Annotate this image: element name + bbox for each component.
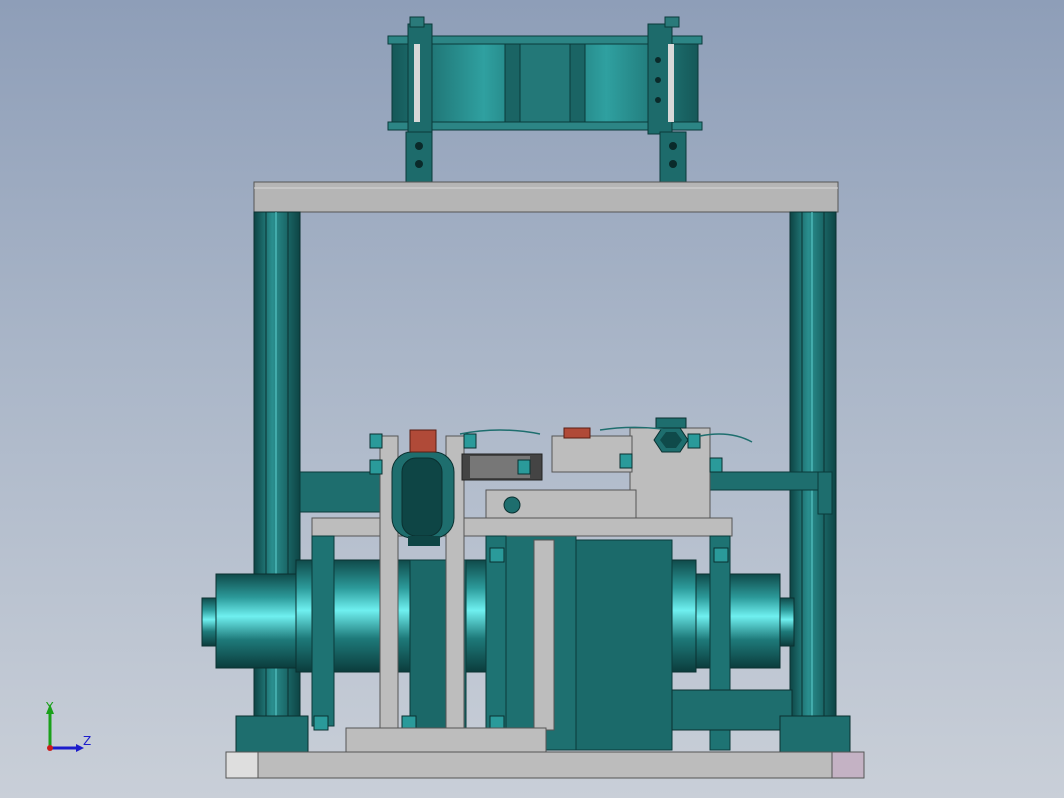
x-axis-dot xyxy=(47,745,53,751)
y-axis-label: Y xyxy=(46,700,54,714)
red-part xyxy=(563,427,591,439)
clamp-assembly xyxy=(391,429,455,546)
motor xyxy=(671,689,793,731)
top-crossbar xyxy=(253,181,839,213)
machine-drawing xyxy=(46,16,865,779)
z-axis-label: Z xyxy=(83,734,92,748)
cad-viewport[interactable]: Y Z xyxy=(0,0,1064,798)
hex-nut xyxy=(653,417,689,453)
central-column xyxy=(559,539,673,751)
right-arm xyxy=(707,471,833,491)
red-block xyxy=(409,429,437,453)
fan-assembly xyxy=(387,16,703,183)
right-post xyxy=(789,211,837,725)
left-arm xyxy=(299,471,391,513)
